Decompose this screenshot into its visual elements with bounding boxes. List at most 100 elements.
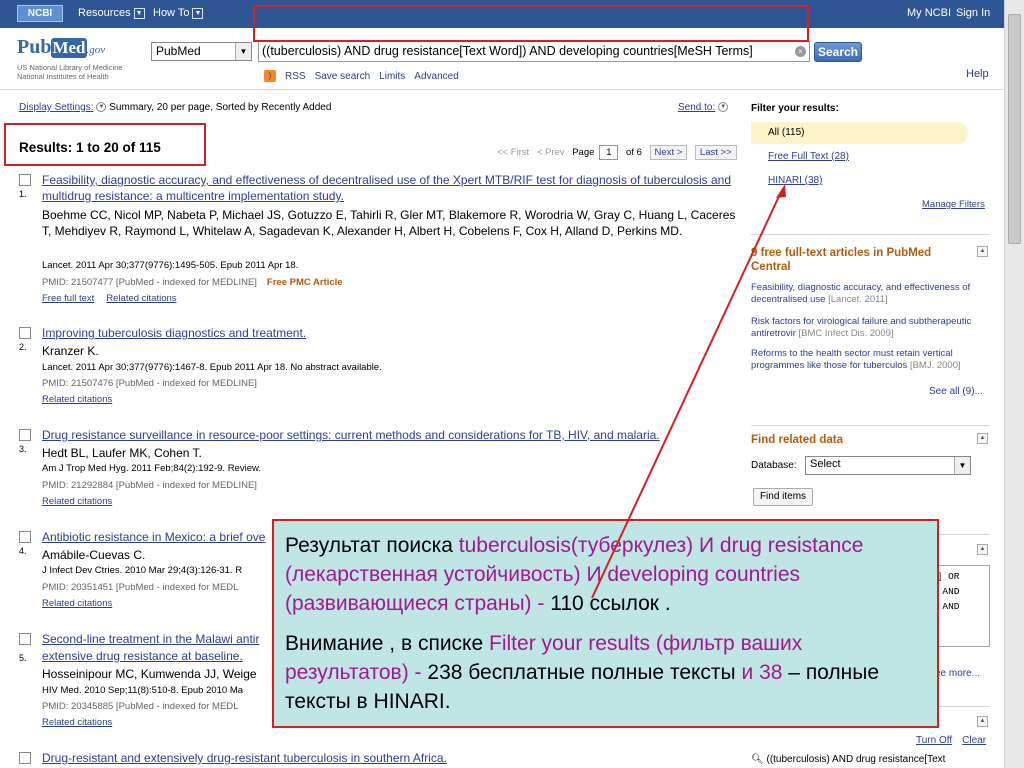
advanced-link[interactable]: Advanced [414, 71, 458, 82]
related-citations-link[interactable]: Related citations [42, 598, 112, 609]
filter-free-full-text[interactable]: Free Full Text (28) [768, 151, 849, 162]
clear-search-icon[interactable]: × [795, 46, 806, 57]
annotation-text: – [788, 661, 800, 684]
result-title[interactable]: Drug-resistant and extensively drug-resi… [42, 750, 737, 766]
howto-label: How To [153, 7, 190, 19]
result-checkbox[interactable] [19, 531, 31, 543]
collapse-icon[interactable]: ▲ [977, 716, 988, 727]
search-button[interactable]: Search [814, 42, 862, 62]
rss-link[interactable]: RSS [285, 71, 306, 82]
filter-hinari[interactable]: HINARI (38) [768, 175, 822, 186]
result-number: 4. [19, 546, 27, 556]
nlm-line-2: National Institutes of Health [17, 72, 109, 81]
related-citations-link[interactable]: Related citations [42, 496, 112, 507]
help-link[interactable]: Help [966, 68, 989, 80]
result-source: Lancet. 2011 Apr 30;377(9776):1467-8. Ep… [42, 362, 382, 373]
result-checkbox[interactable] [19, 174, 31, 186]
result-title-line-2[interactable]: extensive drug resistance at baseline. [42, 648, 292, 664]
search-highlight-box [253, 5, 809, 42]
free-article-item[interactable]: Reforms to the health sector must retain… [751, 348, 989, 372]
resources-menu[interactable]: Resources ▼ [78, 7, 145, 19]
send-to-menu[interactable]: Send to: ▼ [678, 102, 729, 113]
scrollbar-thumb[interactable] [1008, 14, 1021, 244]
result-item: Drug-resistant and extensively drug-resi… [19, 750, 739, 768]
free-article-item[interactable]: Feasibility, diagnostic accuracy, and ef… [751, 282, 989, 306]
turn-off-link[interactable]: Turn Off [916, 735, 952, 746]
result-checkbox[interactable] [19, 633, 31, 645]
result-item: 1. Feasibility, diagnostic accuracy, and… [19, 172, 739, 307]
result-checkbox[interactable] [19, 752, 31, 764]
result-title[interactable]: Antibiotic resistance in Mexico: a brief… [42, 529, 292, 545]
clear-link[interactable]: Clear [962, 735, 986, 746]
result-title[interactable]: Drug resistance surveillance in resource… [42, 427, 737, 443]
manage-filters-link[interactable]: Manage Filters [922, 199, 985, 210]
result-links: Related citations [42, 717, 124, 728]
my-ncbi-link[interactable]: My NCBI [907, 7, 951, 19]
annotation-callout: Результат поиска tuberculosis(туберкулез… [272, 519, 939, 728]
result-source: Lancet. 2011 Apr 30;377(9776):1495-505. … [42, 260, 299, 271]
annotation-text: Внимание , в списке [285, 632, 484, 655]
result-authors: Kranzer K. [42, 344, 99, 358]
find-items-button[interactable]: Find items [753, 488, 813, 506]
prev-page-link[interactable]: < Prev [537, 147, 565, 158]
ncbi-logo[interactable]: NCBI [17, 5, 63, 22]
free-pmc-badge: Free PMC Article [266, 277, 343, 288]
chevron-down-icon[interactable]: ▼ [96, 102, 107, 113]
page-number-input[interactable]: 1 [599, 145, 619, 160]
related-citations-link[interactable]: Related citations [42, 394, 112, 405]
result-authors: Boehme CC, Nicol MP, Nabeta P, Michael J… [42, 208, 736, 238]
result-number: 3. [19, 444, 27, 454]
chevron-down-icon: ▼ [133, 7, 145, 19]
free-full-text-link[interactable]: Free full text [42, 293, 94, 304]
divider [751, 234, 989, 235]
database-select[interactable]: PubMed ▼ [151, 42, 252, 61]
display-settings-link[interactable]: Display Settings: [19, 102, 93, 113]
recent-activity-controls: Turn Off Clear [916, 735, 996, 746]
limits-link[interactable]: Limits [379, 71, 405, 82]
related-citations-link[interactable]: Related citations [106, 293, 176, 304]
collapse-icon[interactable]: ▲ [977, 433, 988, 444]
filter-all[interactable]: All (115) [751, 122, 968, 144]
chevron-down-icon: ▼ [718, 102, 729, 113]
search-input[interactable]: ((tuberculosis) AND drug resistance[Text… [258, 41, 810, 62]
result-pmid: PMID: 21507477 [PubMed - indexed for MED… [42, 277, 343, 288]
related-citations-link[interactable]: Related citations [42, 717, 112, 728]
rss-icon[interactable]: ) [264, 70, 276, 82]
result-item: 3. Drug resistance surveillance in resou… [19, 427, 739, 512]
search-icon: 🔍︎ [751, 754, 764, 765]
pubmed-logo[interactable]: PubMed.gov [17, 36, 105, 59]
sign-in-link[interactable]: Sign In [956, 7, 990, 19]
howto-menu[interactable]: How To ▼ [153, 7, 204, 19]
free-article-item[interactable]: Risk factors for virological failure and… [751, 316, 989, 340]
see-all-link[interactable]: See all (9)... [929, 386, 983, 397]
search-details-line: ) AND [931, 586, 960, 597]
recent-query[interactable]: 🔍︎ ((tuberculosis) AND drug resistance[T… [751, 754, 945, 765]
result-title[interactable]: Second-line treatment in the Malawi anti… [42, 631, 292, 647]
free-article-journal: [BMJ. 2000] [909, 360, 961, 371]
related-database-select[interactable]: Select ▼ [805, 456, 971, 475]
database-select-value: PubMed [156, 44, 201, 58]
result-title[interactable]: Improving tuberculosis diagnostics and t… [42, 325, 737, 341]
annotation-text: 238 бесплатные полные тексты [427, 661, 736, 684]
result-authors: Hosseinipour MC, Kumwenda JJ, Weige [42, 667, 257, 681]
see-more-link[interactable]: ee more... [935, 668, 980, 679]
result-links: Related citations [42, 394, 124, 405]
annotation-paragraph-1: Результат поиска tuberculosis(туберкулез… [285, 531, 926, 618]
result-pmid: PMID: 20351451 [PubMed - indexed for MED… [42, 582, 239, 593]
recent-query-text: ((tuberculosis) AND drug resistance[Text [766, 754, 946, 765]
result-links: Free full text Related citations [42, 293, 189, 304]
collapse-icon[interactable]: ▲ [977, 544, 988, 555]
result-title[interactable]: Feasibility, diagnostic accuracy, and ef… [42, 172, 737, 204]
collapse-icon[interactable]: ▲ [977, 246, 988, 257]
result-checkbox[interactable] [19, 429, 31, 441]
next-page-button[interactable]: Next > [649, 145, 688, 160]
result-source: HIV Med. 2010 Sep;11(8):510-8. Epub 2010… [42, 685, 244, 696]
search-details-line: s] OR [931, 571, 960, 582]
search-query: ((tuberculosis) AND drug resistance[Text… [262, 44, 753, 58]
first-page-link[interactable]: << First [497, 147, 529, 158]
last-page-button[interactable]: Last >> [694, 145, 737, 160]
save-search-link[interactable]: Save search [315, 71, 371, 82]
free-article-journal: [BMC Infect Dis. 2009] [798, 328, 894, 339]
vertical-scrollbar[interactable] [1004, 0, 1024, 768]
result-checkbox[interactable] [19, 327, 31, 339]
